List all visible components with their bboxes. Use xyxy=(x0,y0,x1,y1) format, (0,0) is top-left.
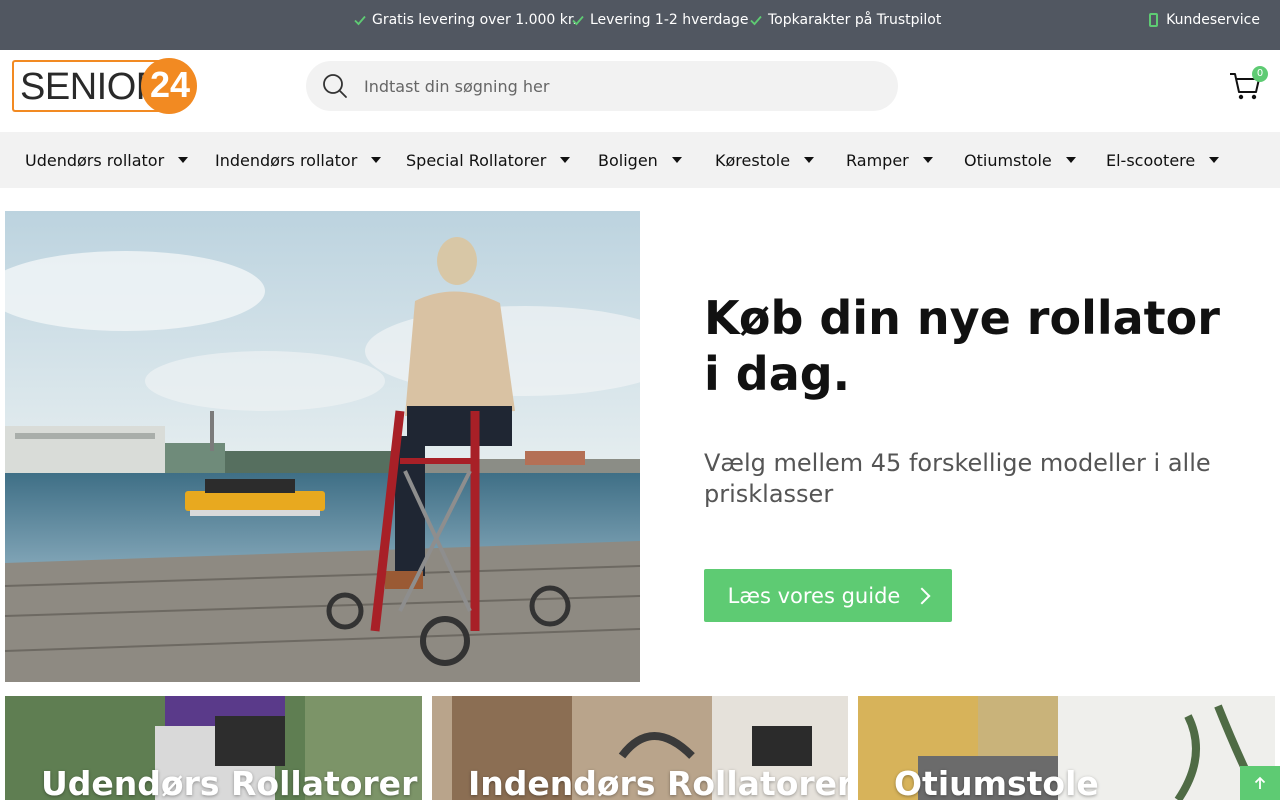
nav-item-korestole[interactable]: Kørestole xyxy=(715,132,815,188)
check-icon xyxy=(354,15,366,26)
category-card-udendors-rollatorer[interactable]: Udendørs Rollatorer xyxy=(5,696,422,800)
nav-item-label: El-scootere xyxy=(1106,150,1196,170)
nav-item-label: Ramper xyxy=(846,150,909,170)
logo-number: 24 xyxy=(149,64,191,105)
nav-item-indendors-rollator[interactable]: Indendørs rollator xyxy=(215,132,382,188)
category-title: Otiumstole xyxy=(894,764,1099,800)
usp-free-delivery: Gratis levering over 1.000 kr. xyxy=(354,0,577,40)
nav-item-label: Udendørs rollator xyxy=(25,150,165,170)
nav-item-label: Boligen xyxy=(598,150,658,170)
nav-item-udendors-rollator[interactable]: Udendørs rollator xyxy=(25,132,189,188)
nav-item-special-rollatorer[interactable]: Special Rollatorer xyxy=(406,132,571,188)
nav-item-ramper[interactable]: Ramper xyxy=(846,132,933,188)
nav-item-label: Special Rollatorer xyxy=(406,150,547,170)
usp-text: Gratis levering over 1.000 kr. xyxy=(372,12,577,28)
caret-down-icon xyxy=(1065,157,1076,163)
chevron-right-icon xyxy=(913,587,931,604)
usp-delivery-time: Levering 1-2 hverdage xyxy=(572,0,748,40)
check-icon xyxy=(572,15,584,26)
back-to-top-button[interactable] xyxy=(1240,766,1280,800)
read-guide-button[interactable]: Læs vores guide xyxy=(704,569,952,622)
cart-count-badge: 0 xyxy=(1252,66,1268,82)
hero-subtitle: Vælg mellem 45 forskellige modeller i al… xyxy=(704,449,1211,508)
caret-down-icon xyxy=(1209,157,1220,163)
read-guide-label: Læs vores guide xyxy=(727,583,901,608)
usp-trustpilot: Topkarakter på Trustpilot xyxy=(750,0,941,40)
category-card-otiumstole[interactable]: Otiumstole xyxy=(858,696,1275,800)
caret-down-icon xyxy=(560,157,571,163)
caret-down-icon xyxy=(371,157,382,163)
customer-service-link[interactable]: Kundeservice xyxy=(1149,0,1260,40)
customer-service-label: Kundeservice xyxy=(1166,12,1260,28)
senior24-logo[interactable]: SENIOR 24 xyxy=(12,58,197,116)
hero-title: Køb din nye rollator i dag. xyxy=(704,291,1220,401)
main-nav: Udendørs rollator Indendørs rollator Spe… xyxy=(0,132,1280,188)
nav-item-label: Otiumstole xyxy=(964,150,1052,170)
category-title: Udendørs Rollatorer xyxy=(41,764,418,800)
top-bar: Gratis levering over 1.000 kr. Levering … xyxy=(0,0,1280,50)
nav-item-otiumstole[interactable]: Otiumstole xyxy=(964,132,1076,188)
caret-down-icon xyxy=(804,157,815,163)
nav-item-el-scootere[interactable]: El-scootere xyxy=(1106,132,1220,188)
category-card-indendors-rollatorer[interactable]: Indendørs Rollatorer xyxy=(432,696,848,800)
usp-text: Topkarakter på Trustpilot xyxy=(768,12,942,28)
site-header: SENIOR 24 0 xyxy=(0,50,1280,132)
arrow-up-icon xyxy=(1254,776,1266,789)
category-title: Indendørs Rollatorer xyxy=(468,764,848,800)
caret-down-icon xyxy=(178,157,189,163)
check-icon xyxy=(750,15,762,26)
nav-item-label: Indendørs rollator xyxy=(215,150,358,170)
usp-text: Levering 1-2 hverdage xyxy=(590,12,749,28)
hero-image xyxy=(5,211,640,682)
search-icon[interactable] xyxy=(322,73,348,99)
phone-icon xyxy=(1149,13,1159,27)
caret-down-icon xyxy=(922,157,933,163)
search-bar xyxy=(306,61,898,111)
caret-down-icon xyxy=(671,157,682,163)
nav-item-boligen[interactable]: Boligen xyxy=(598,132,682,188)
nav-item-label: Kørestole xyxy=(715,150,791,170)
search-input[interactable] xyxy=(364,61,884,111)
